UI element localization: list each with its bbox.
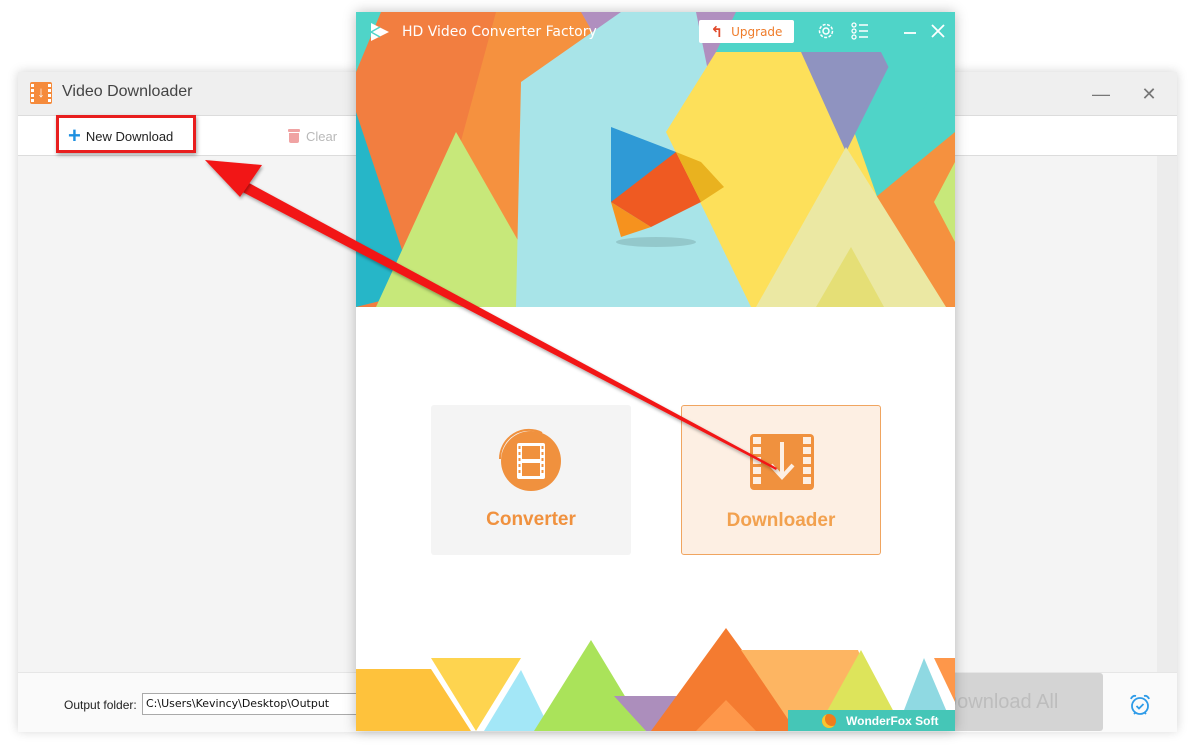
window-title: Video Downloader	[62, 83, 193, 100]
upgrade-arrow-icon: ↰	[710, 22, 724, 41]
hd-converter-window: HD Video Converter Factory ↰ Upgrade Con…	[356, 12, 955, 731]
converter-label: Converter	[486, 509, 576, 530]
video-download-app-icon: ↓	[30, 82, 52, 104]
film-download-icon	[750, 434, 814, 490]
converter-tile[interactable]: Converter	[431, 405, 631, 555]
trash-icon	[288, 129, 300, 143]
output-folder-label: Output folder:	[64, 698, 137, 712]
upgrade-label: Upgrade	[731, 24, 783, 39]
clear-button[interactable]: Clear	[288, 124, 337, 148]
minimize-button[interactable]: —	[1086, 80, 1116, 108]
hd-window-title: HD Video Converter Factory	[402, 24, 597, 40]
hd-minimize-icon[interactable]	[899, 20, 921, 42]
film-convert-icon	[498, 428, 561, 491]
highlight-box	[56, 115, 196, 153]
wonderfox-logo-icon	[822, 713, 836, 728]
output-folder-input[interactable]: C:\Users\Kevincy\Desktop\Output	[142, 693, 372, 715]
banner-artwork	[356, 12, 955, 307]
alarm-clock-icon[interactable]	[1128, 693, 1152, 717]
menu-list-icon[interactable]	[849, 20, 871, 42]
brand-label: WonderFox Soft	[846, 713, 939, 728]
settings-gear-icon[interactable]	[815, 20, 837, 42]
downloader-tile[interactable]: Downloader	[681, 405, 881, 555]
hd-close-icon[interactable]	[927, 20, 949, 42]
downloader-label: Downloader	[726, 510, 836, 531]
minimize-icon: —	[1092, 84, 1110, 104]
close-button[interactable]: ✕	[1134, 80, 1164, 108]
wonderfox-brand-bar: WonderFox Soft	[788, 710, 955, 731]
scrollbar[interactable]	[1157, 156, 1177, 672]
hd-app-logo-icon	[370, 23, 389, 41]
upgrade-button[interactable]: ↰ Upgrade	[699, 20, 794, 43]
close-icon: ✕	[1141, 84, 1157, 104]
clear-label: Clear	[306, 128, 338, 144]
